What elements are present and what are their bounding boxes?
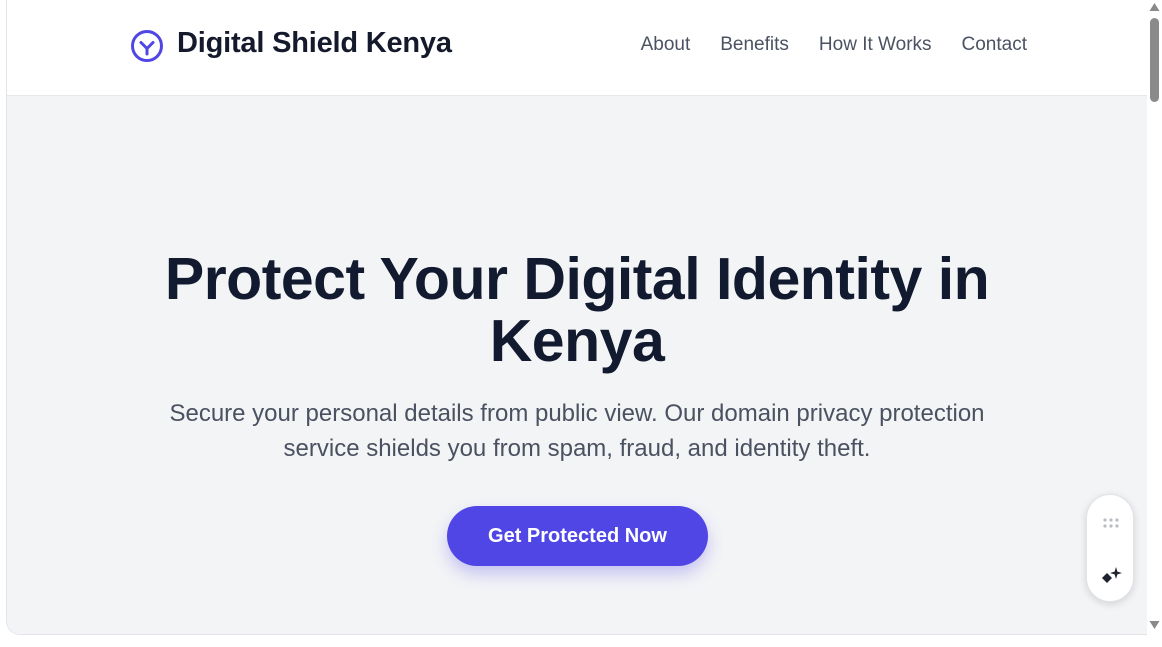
nav-link-about[interactable]: About <box>641 34 691 56</box>
floating-assistant-widget <box>1086 494 1134 602</box>
scroll-up-arrow-icon[interactable] <box>1149 2 1160 12</box>
vertical-scrollbar[interactable] <box>1147 0 1162 634</box>
shield-check-icon <box>131 30 163 62</box>
sparkle-icon[interactable] <box>1100 565 1122 587</box>
navbar: Digital Shield Kenya About Benefits How … <box>7 0 1147 96</box>
scrollbar-thumb[interactable] <box>1150 18 1159 102</box>
get-protected-button[interactable]: Get Protected Now <box>447 506 708 566</box>
nav-link-contact[interactable]: Contact <box>962 34 1027 56</box>
grip-dots-icon[interactable] <box>1102 517 1120 529</box>
hero-subtitle: Secure your personal details from public… <box>169 400 985 462</box>
nav-link-benefits[interactable]: Benefits <box>720 34 789 56</box>
hero-title: Protect Your Digital Identity in Kenya <box>164 246 990 374</box>
scroll-down-arrow-icon[interactable] <box>1149 620 1160 630</box>
nav-link-how-it-works[interactable]: How It Works <box>819 34 932 56</box>
brand-name[interactable]: Digital Shield Kenya <box>177 27 452 60</box>
nav-links: About Benefits How It Works Contact <box>641 34 1027 56</box>
page-frame: Digital Shield Kenya About Benefits How … <box>6 0 1147 635</box>
hero-section: Protect Your Digital Identity in Kenya S… <box>7 96 1147 634</box>
